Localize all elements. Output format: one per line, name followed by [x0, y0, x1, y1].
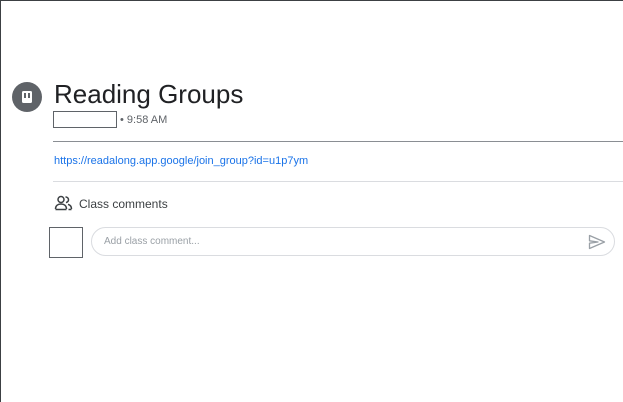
divider — [53, 181, 623, 182]
join-group-link[interactable]: https://readalong.app.google/join_group?… — [54, 154, 308, 168]
author-name — [53, 111, 117, 128]
class-comments-heading: Class comments — [79, 197, 168, 211]
book-icon — [12, 82, 42, 112]
comment-field[interactable] — [91, 227, 615, 256]
avatar — [49, 227, 83, 258]
people-icon — [54, 195, 73, 211]
post-time: • 9:58 AM — [120, 114, 168, 126]
divider — [53, 141, 623, 142]
send-icon — [588, 234, 606, 250]
add-comment-input[interactable] — [104, 233, 574, 250]
send-button[interactable] — [588, 234, 606, 250]
post-page: Reading Groups • 9:58 AM https://readalo… — [0, 0, 623, 402]
post-title: Reading Groups — [54, 79, 244, 109]
